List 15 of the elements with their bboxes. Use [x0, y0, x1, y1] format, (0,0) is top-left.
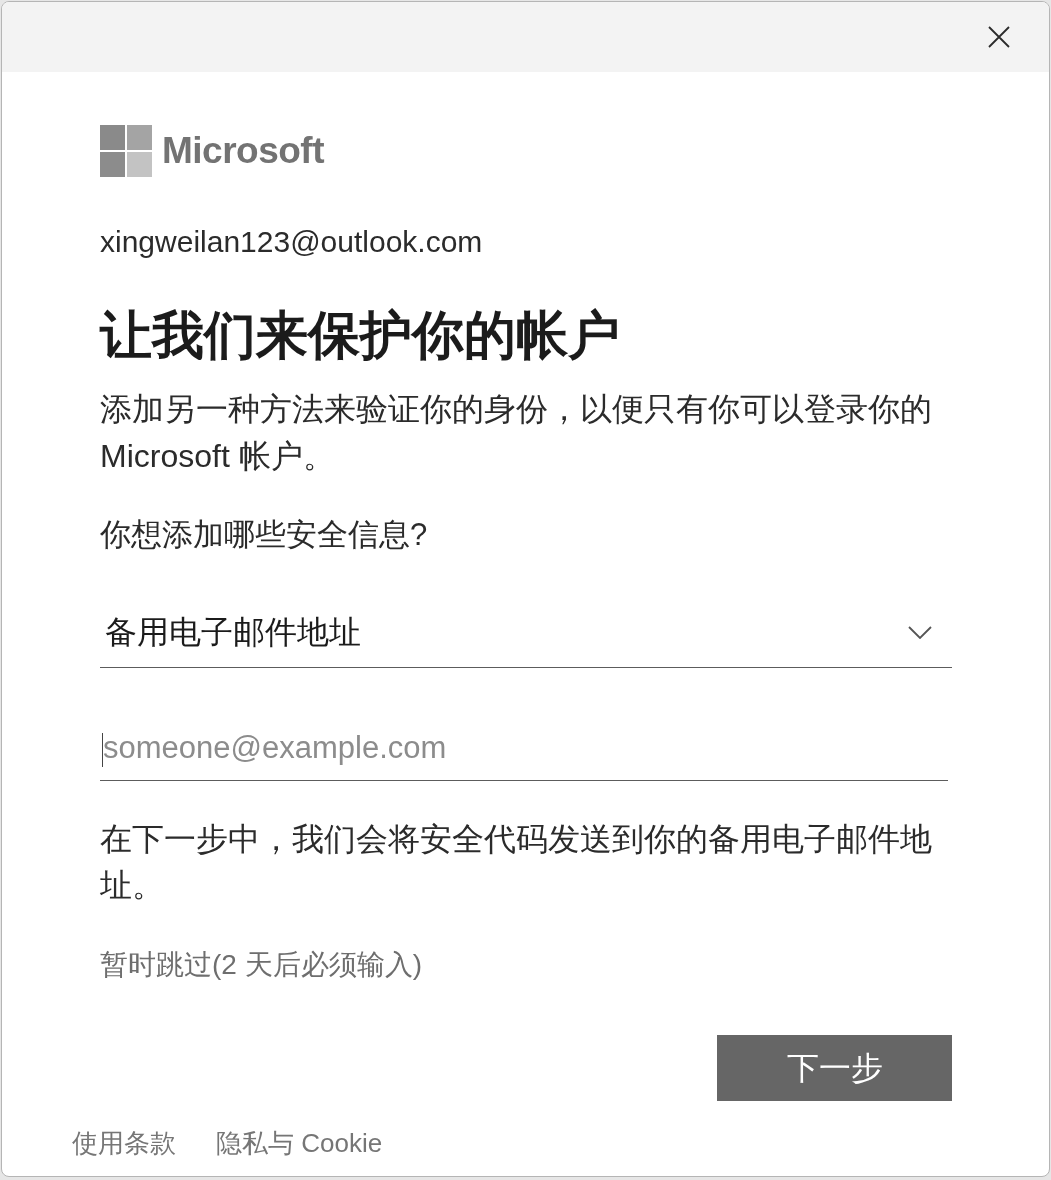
description-text: 添加另一种方法来验证你的身份，以便只有你可以登录你的 Microsoft 帐户。 — [100, 390, 933, 476]
four-squares-logo-icon — [100, 125, 152, 177]
footer-link[interactable]: 隐私与 Cookie — [216, 1127, 383, 1159]
question-label: 你想添加哪些安全信息? — [100, 516, 429, 554]
email-input[interactable]: someone@example.com — [100, 712, 948, 781]
logo-wordmark: Microsoft — [162, 129, 324, 173]
security-method-dropdown[interactable]: 备用电子邮件地址 — [100, 596, 952, 668]
footer-link[interactable]: 使用条款 — [72, 1127, 176, 1159]
account-email: xingweilan123@outlook.com — [100, 224, 484, 260]
skip-link[interactable]: 暂时跳过(2 天后必须输入) — [100, 947, 422, 983]
info-text: 在下一步中，我们会将安全代码发送到你的备用电子邮件地址。 — [100, 820, 933, 905]
chevron-down-icon — [908, 625, 932, 639]
page-title: 让我们来保护你的帐户 — [100, 305, 621, 366]
next-button[interactable]: 下一步 — [717, 1035, 952, 1101]
close-icon — [988, 26, 1010, 48]
